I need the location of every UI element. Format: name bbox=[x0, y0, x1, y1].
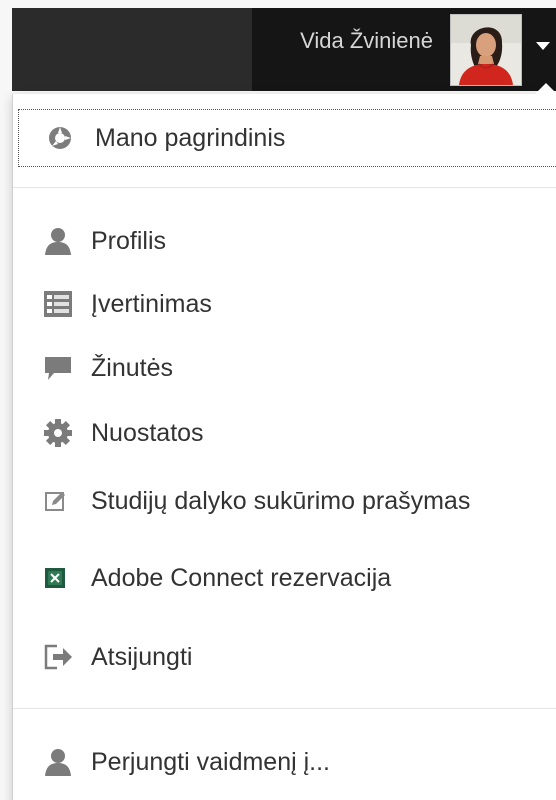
avatar[interactable] bbox=[450, 14, 522, 86]
menu-item-label: Adobe Connect rezervacija bbox=[91, 563, 392, 592]
menu-item-label: Žinutės bbox=[91, 353, 173, 382]
user-dropdown-menu: Mano pagrindinis Profilis Įvertinimas Ži… bbox=[12, 83, 556, 800]
menu-divider bbox=[13, 187, 556, 188]
menu-item-messages[interactable]: Žinutės bbox=[13, 339, 556, 397]
menu-item-logout[interactable]: Atsijungti bbox=[13, 628, 556, 686]
user-name[interactable]: Vida Žvinienė bbox=[300, 26, 433, 56]
menu-item-course-request[interactable]: Studijų dalyko sukūrimo prašymas bbox=[13, 472, 556, 530]
grades-table-icon bbox=[43, 288, 83, 320]
menu-item-label: Atsijungti bbox=[91, 642, 193, 671]
menu-item-preferences[interactable]: Nuostatos bbox=[13, 404, 556, 462]
menu-item-label: Nuostatos bbox=[91, 418, 204, 447]
menu-item-dashboard[interactable]: Mano pagrindinis bbox=[17, 108, 556, 168]
chevron-down-icon[interactable] bbox=[536, 42, 550, 50]
menu-item-label: Studijų dalyko sukūrimo prašymas bbox=[91, 486, 471, 515]
menu-item-adobe-connect[interactable]: Adobe Connect rezervacija bbox=[13, 549, 556, 607]
menu-item-profile[interactable]: Profilis bbox=[13, 212, 556, 270]
edit-box-icon bbox=[43, 485, 83, 517]
menu-item-label: Profilis bbox=[91, 226, 167, 255]
menu-divider bbox=[13, 708, 556, 709]
menu-item-switch-role[interactable]: Perjungti vaidmenį į... bbox=[13, 733, 556, 791]
menu-item-label: Mano pagrindinis bbox=[95, 123, 286, 152]
user-icon bbox=[43, 746, 83, 778]
adobe-connect-icon bbox=[43, 562, 83, 594]
menu-item-label: Įvertinimas bbox=[91, 289, 212, 318]
gear-icon bbox=[43, 417, 83, 449]
avatar-photo bbox=[451, 15, 521, 85]
user-icon bbox=[43, 225, 83, 257]
speech-bubble-icon bbox=[43, 352, 83, 384]
logout-icon bbox=[43, 641, 83, 673]
dashboard-icon bbox=[47, 122, 87, 154]
menu-pointer bbox=[535, 83, 556, 94]
menu-item-label: Perjungti vaidmenį į... bbox=[91, 747, 331, 776]
page: Vida Žvinienė Mano pagrindinis Profilis … bbox=[0, 0, 556, 800]
menu-item-grades[interactable]: Įvertinimas bbox=[13, 275, 556, 333]
